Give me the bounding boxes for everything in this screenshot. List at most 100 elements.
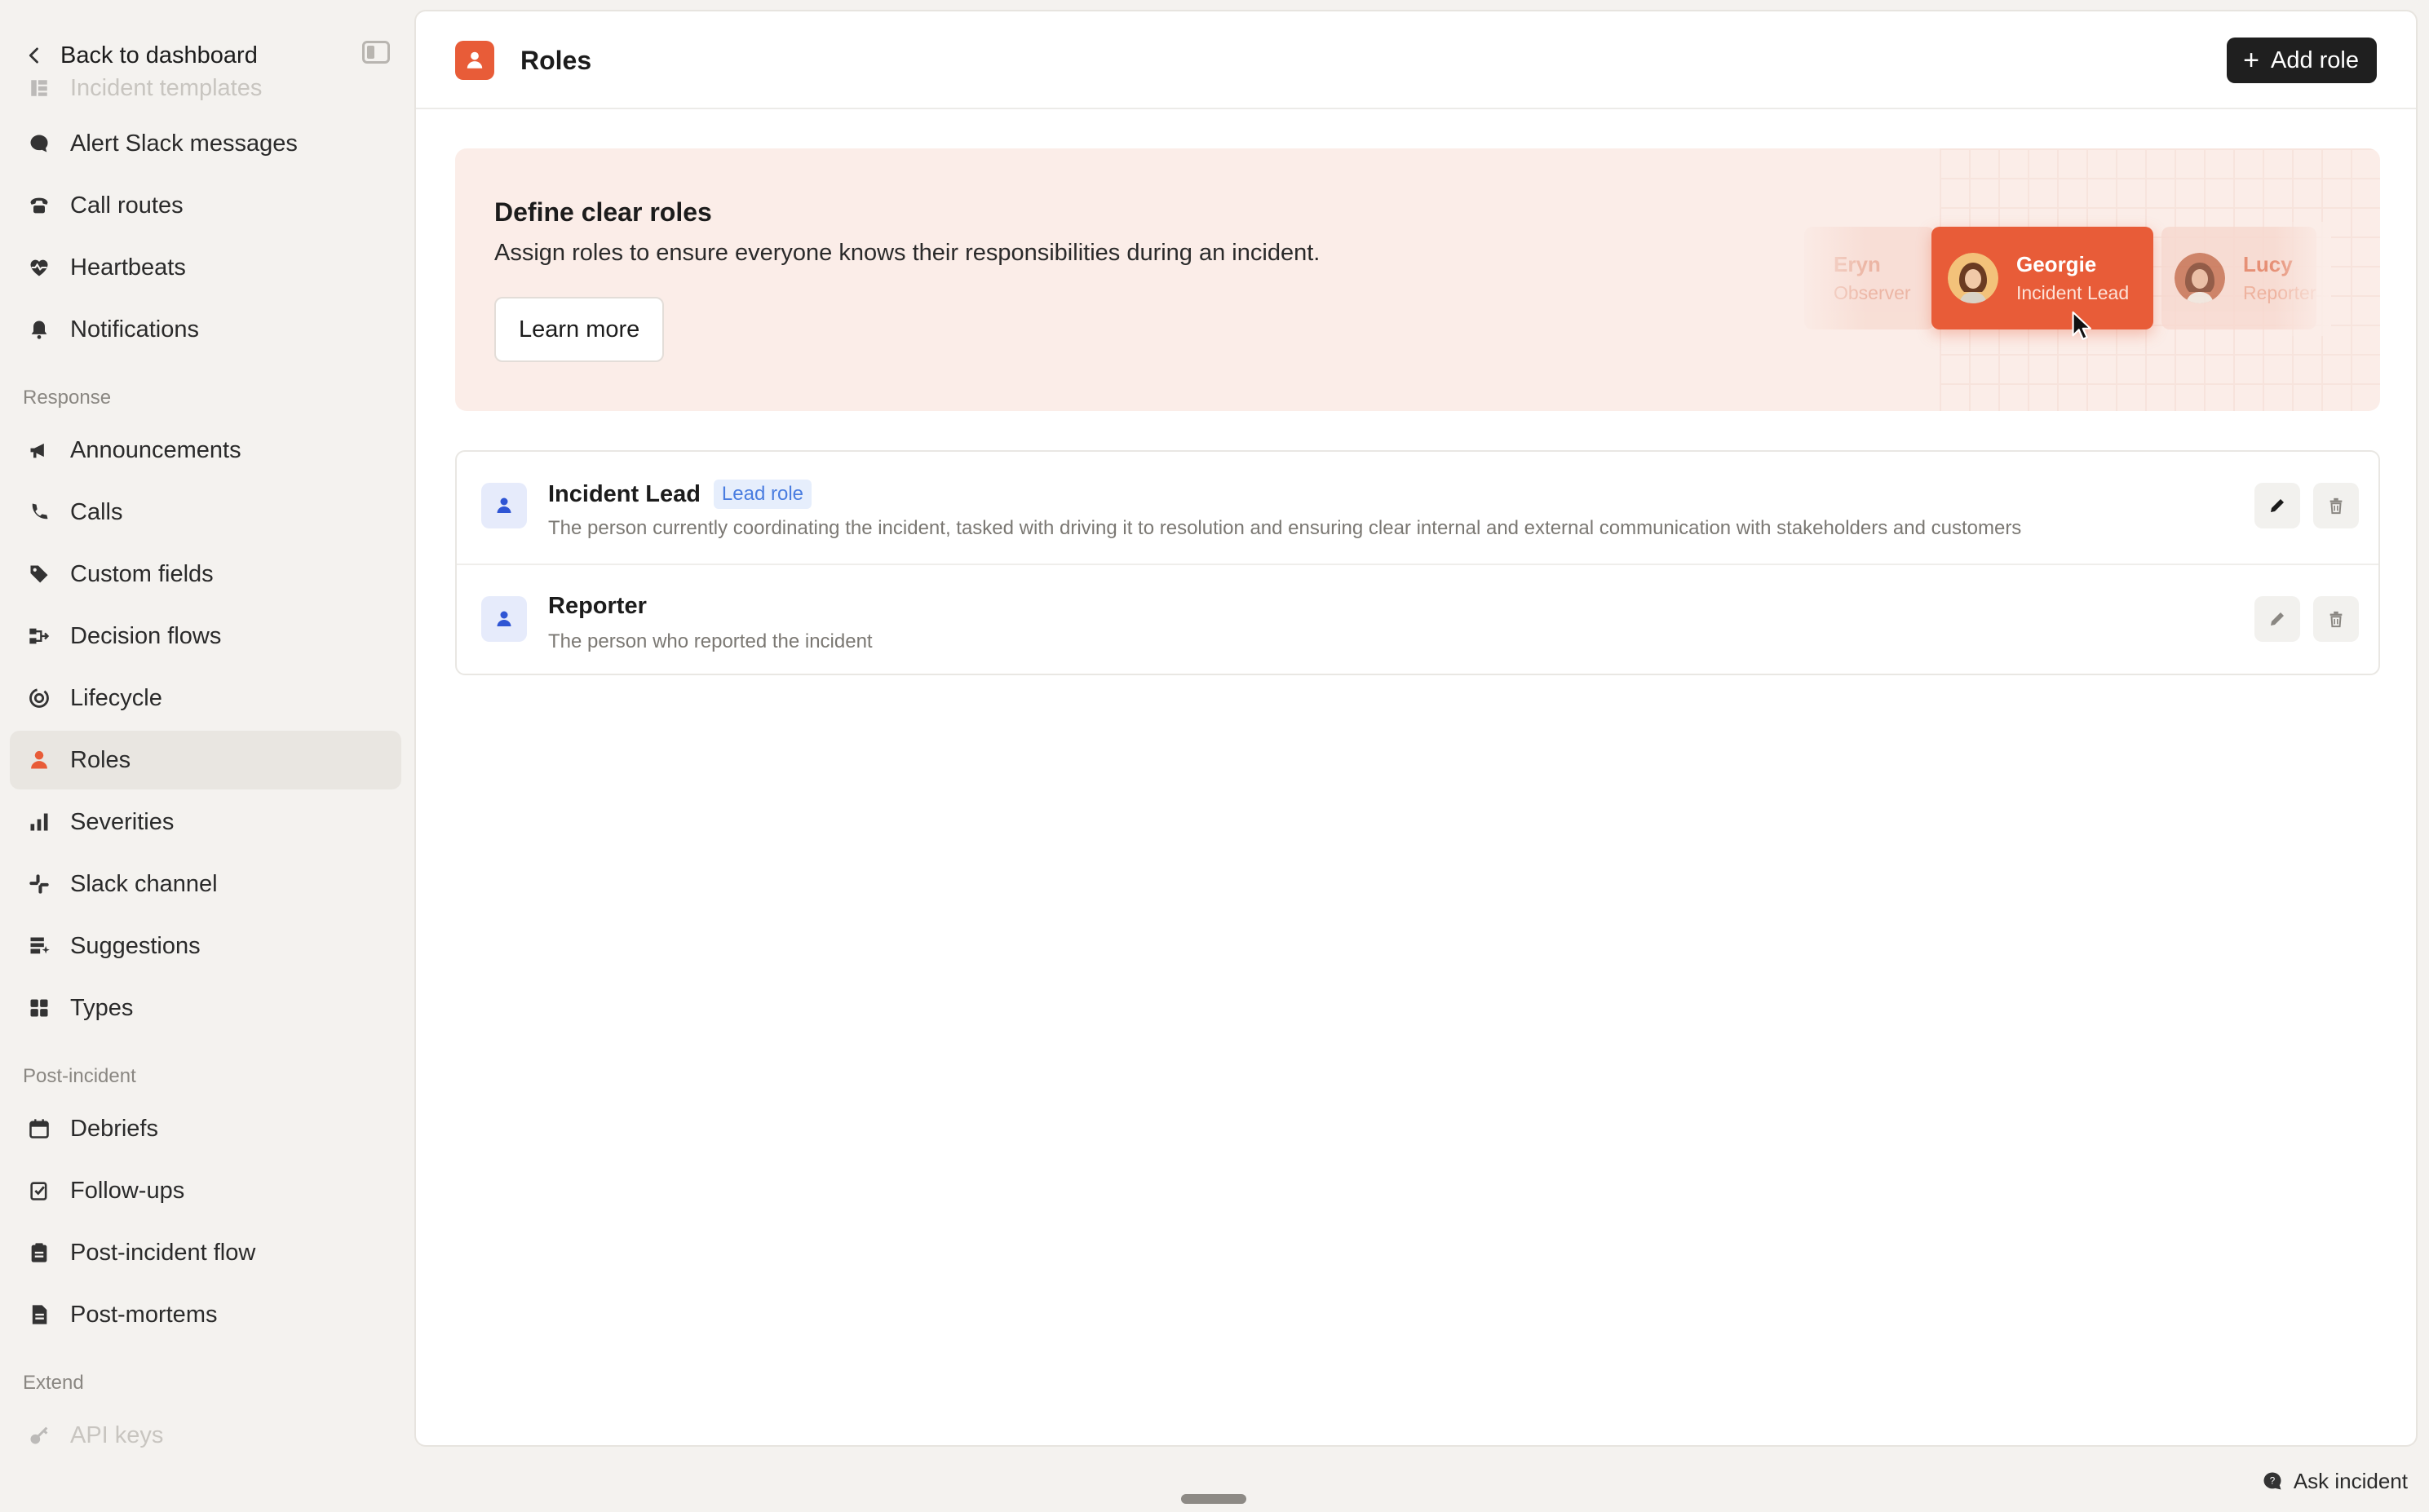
chevron-left-icon [29, 47, 38, 64]
chat-bubble-icon: ? [2263, 1472, 2281, 1490]
template-icon [26, 75, 52, 101]
roles-list: Incident Lead Lead role The person curre… [455, 450, 2380, 675]
sidebar-item-post-incident-flow[interactable]: Post-incident flow [10, 1223, 401, 1282]
sidebar-item-label: Severities [70, 808, 175, 835]
role-name: Incident Lead [548, 480, 701, 507]
svg-text:?: ? [2270, 1476, 2276, 1487]
plus-icon: + [2243, 45, 2259, 76]
phone-icon [26, 499, 52, 525]
card-name: Georgie [2016, 252, 2097, 276]
sidebar-item-label: Post-mortems [70, 1301, 218, 1328]
sidebar-item-label: Incident templates [70, 74, 263, 101]
sidebar-item-heartbeats[interactable]: Heartbeats [10, 238, 401, 297]
edit-role-button[interactable] [2254, 596, 2300, 642]
flow-icon [26, 623, 52, 649]
learn-more-button[interactable]: Learn more [494, 297, 665, 362]
sidebar: Back to dashboard Incident templates Ale… [0, 0, 414, 1512]
sidebar-item-label: Announcements [70, 436, 241, 463]
pencil-icon [2271, 499, 2284, 512]
sidebar-item-label: Roles [70, 746, 131, 773]
person-icon [481, 596, 527, 642]
section-heading-post-incident: Post-incident [23, 1065, 136, 1087]
sidebar-item-post-mortems[interactable]: Post-mortems [10, 1285, 401, 1344]
slack-icon [26, 871, 52, 897]
sidebar-item-label: Suggestions [70, 932, 201, 959]
carousel-fade-left [1793, 222, 1866, 336]
sidebar-item-severities[interactable]: Severities [10, 793, 401, 851]
list-item: Reporter The person who reported the inc… [457, 564, 2378, 674]
sidebar-item-lifecycle[interactable]: Lifecycle [10, 669, 401, 727]
sidebar-item-label: Debriefs [70, 1115, 158, 1142]
document-icon [26, 1302, 52, 1328]
sidebar-item-label: Heartbeats [70, 254, 186, 281]
roles-header-icon [455, 41, 494, 80]
sidebar-item-calls[interactable]: Calls [10, 483, 401, 542]
lifecycle-icon [26, 685, 52, 711]
edit-role-button[interactable] [2254, 483, 2300, 528]
calendar-icon [26, 1116, 52, 1142]
bell-icon [26, 316, 52, 343]
banner-description: Assign roles to ensure everyone knows th… [494, 240, 1321, 266]
sidebar-item-label: Notifications [70, 316, 199, 343]
card-role: Incident Lead [2016, 282, 2130, 303]
sidebar-item-notifications[interactable]: Notifications [10, 300, 401, 359]
sidebar-item-label: Post-incident flow [70, 1239, 256, 1266]
sidebar-item-api-keys[interactable]: API keys [10, 1406, 401, 1465]
role-card-georgie: Georgie Incident Lead [1931, 227, 2153, 329]
bar-chart-icon [26, 809, 52, 835]
role-title: Reporter [548, 593, 647, 620]
person-icon [26, 747, 52, 773]
sidebar-item-incident-templates[interactable]: Incident templates [10, 65, 401, 111]
pencil-icon [2271, 612, 2284, 626]
sidebar-item-types[interactable]: Types [10, 979, 401, 1037]
list-item: Incident Lead Lead role The person curre… [457, 452, 2378, 564]
add-role-label: Add role [2270, 46, 2359, 73]
sidebar-item-label: Call routes [70, 192, 184, 219]
clipboard-icon [26, 1240, 52, 1266]
mouse-cursor-icon [2072, 311, 2092, 340]
role-name: Reporter [548, 593, 647, 619]
tag-icon [26, 561, 52, 587]
sidebar-item-label: Lifecycle [70, 684, 162, 711]
window-drag-handle[interactable] [1181, 1494, 1246, 1504]
grid-icon [26, 995, 52, 1021]
section-heading-response: Response [23, 387, 112, 409]
person-icon [481, 483, 527, 528]
role-description: The person currently coordinating the in… [548, 517, 2022, 539]
sidebar-item-follow-ups[interactable]: Follow-ups [10, 1161, 401, 1220]
follow-up-icon [26, 1178, 52, 1204]
sidebar-item-label: Types [70, 994, 134, 1021]
sidebar-item-label: Follow-ups [70, 1177, 185, 1204]
delete-role-button[interactable] [2313, 596, 2359, 642]
delete-role-button[interactable] [2313, 483, 2359, 528]
carousel-fade-right [2274, 222, 2331, 336]
key-icon [26, 1422, 52, 1448]
sidebar-item-label: Slack channel [70, 870, 218, 897]
trash-icon [2329, 497, 2343, 515]
sidebar-item-label: Alert Slack messages [70, 130, 298, 157]
sidebar-item-call-routes[interactable]: Call routes [10, 176, 401, 235]
sidebar-item-alert-slack-messages[interactable]: Alert Slack messages [10, 114, 401, 173]
avatar [1948, 253, 1998, 303]
suggestion-icon [26, 933, 52, 959]
sidebar-item-label: Decision flows [70, 622, 222, 649]
add-role-button[interactable]: + Add role [2227, 38, 2377, 83]
role-title: Incident Lead Lead role [548, 480, 812, 509]
sidebar-toggle-icon[interactable] [362, 41, 390, 64]
sidebar-item-label: Custom fields [70, 560, 214, 587]
phone-icon [26, 192, 52, 219]
main-panel: Roles + Add role Define clear roles Assi… [414, 10, 2418, 1447]
sidebar-item-custom-fields[interactable]: Custom fields [10, 545, 401, 603]
chat-bubble-icon [26, 130, 52, 157]
page-header: Roles + Add role [416, 11, 2416, 109]
sidebar-item-debriefs[interactable]: Debriefs [10, 1099, 401, 1158]
ask-incident-button[interactable]: ? Ask incident [2261, 1465, 2408, 1497]
sidebar-item-roles[interactable]: Roles [10, 731, 401, 789]
sidebar-item-suggestions[interactable]: Suggestions [10, 917, 401, 975]
sidebar-item-slack-channel[interactable]: Slack channel [10, 855, 401, 913]
sidebar-item-announcements[interactable]: Announcements [10, 421, 401, 480]
avatar [2175, 253, 2225, 303]
banner-title: Define clear roles [494, 197, 712, 227]
sidebar-item-decision-flows[interactable]: Decision flows [10, 607, 401, 665]
megaphone-icon [26, 437, 52, 463]
